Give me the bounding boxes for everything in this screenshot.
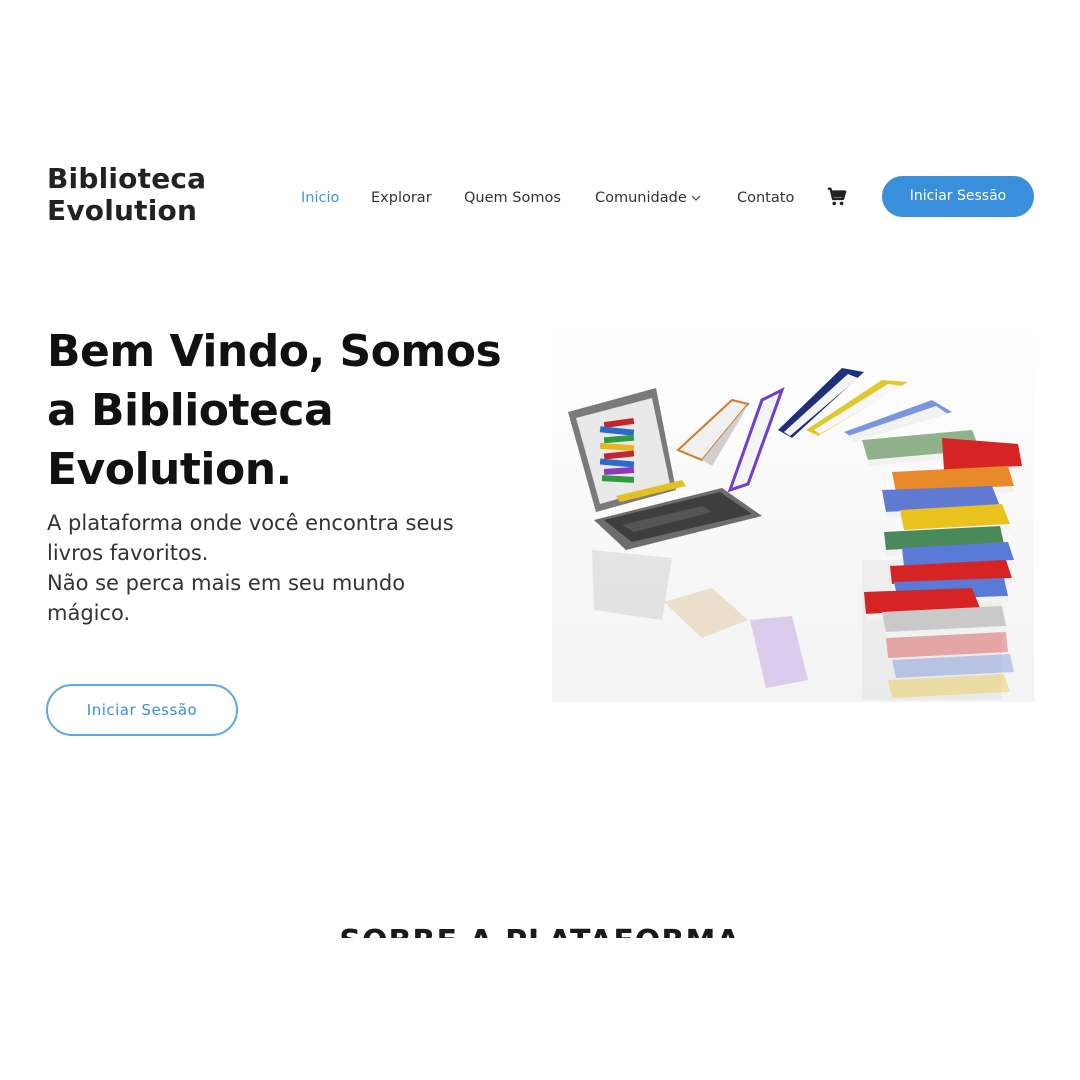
- section-heading-clip: SOBRE A PLATAFORMA: [0, 900, 1080, 938]
- brand-line-1: Biblioteca: [47, 162, 207, 195]
- section-title: SOBRE A PLATAFORMA: [0, 924, 1080, 938]
- hero-subtitle-line: Não se perca mais em seu mundo: [47, 571, 406, 595]
- nav-item-quem-somos[interactable]: Quem Somos: [464, 187, 561, 209]
- nav-item-comunidade[interactable]: Comunidade: [595, 187, 701, 209]
- brand-logo[interactable]: Biblioteca Evolution: [47, 163, 206, 227]
- hero-title: Bem Vindo, Somos a Biblioteca Evolution.: [47, 322, 527, 499]
- nav-item-explorar[interactable]: Explorar: [371, 187, 432, 209]
- hero-subtitle-line: livros favoritos.: [47, 541, 209, 565]
- hero-title-line: Bem Vindo, Somos: [47, 326, 502, 377]
- nav-item-contato[interactable]: Contato: [737, 187, 794, 209]
- hero-subtitle-line: mágico.: [47, 601, 131, 625]
- shopping-cart-icon[interactable]: [826, 186, 848, 208]
- laptop-books-illustration: [552, 320, 1034, 702]
- header-login-button[interactable]: Iniciar Sessão: [882, 176, 1034, 217]
- hero-illustration: [552, 320, 1034, 702]
- brand-line-2: Evolution: [47, 194, 198, 227]
- hero-subtitle-line: A plataforma onde você encontra seus: [47, 511, 454, 535]
- hero-login-button[interactable]: Iniciar Sessão: [46, 684, 238, 736]
- page: Biblioteca Evolution Inicio Explorar Que…: [0, 0, 1080, 1080]
- hero-title-line: Evolution.: [47, 444, 292, 495]
- hero-subtitle: A plataforma onde você encontra seus liv…: [47, 508, 517, 628]
- nav-item-comunidade-label: Comunidade: [595, 190, 687, 206]
- hero-title-line: a Biblioteca: [47, 385, 334, 436]
- chevron-down-icon: [691, 195, 701, 201]
- nav-item-inicio[interactable]: Inicio: [301, 187, 339, 209]
